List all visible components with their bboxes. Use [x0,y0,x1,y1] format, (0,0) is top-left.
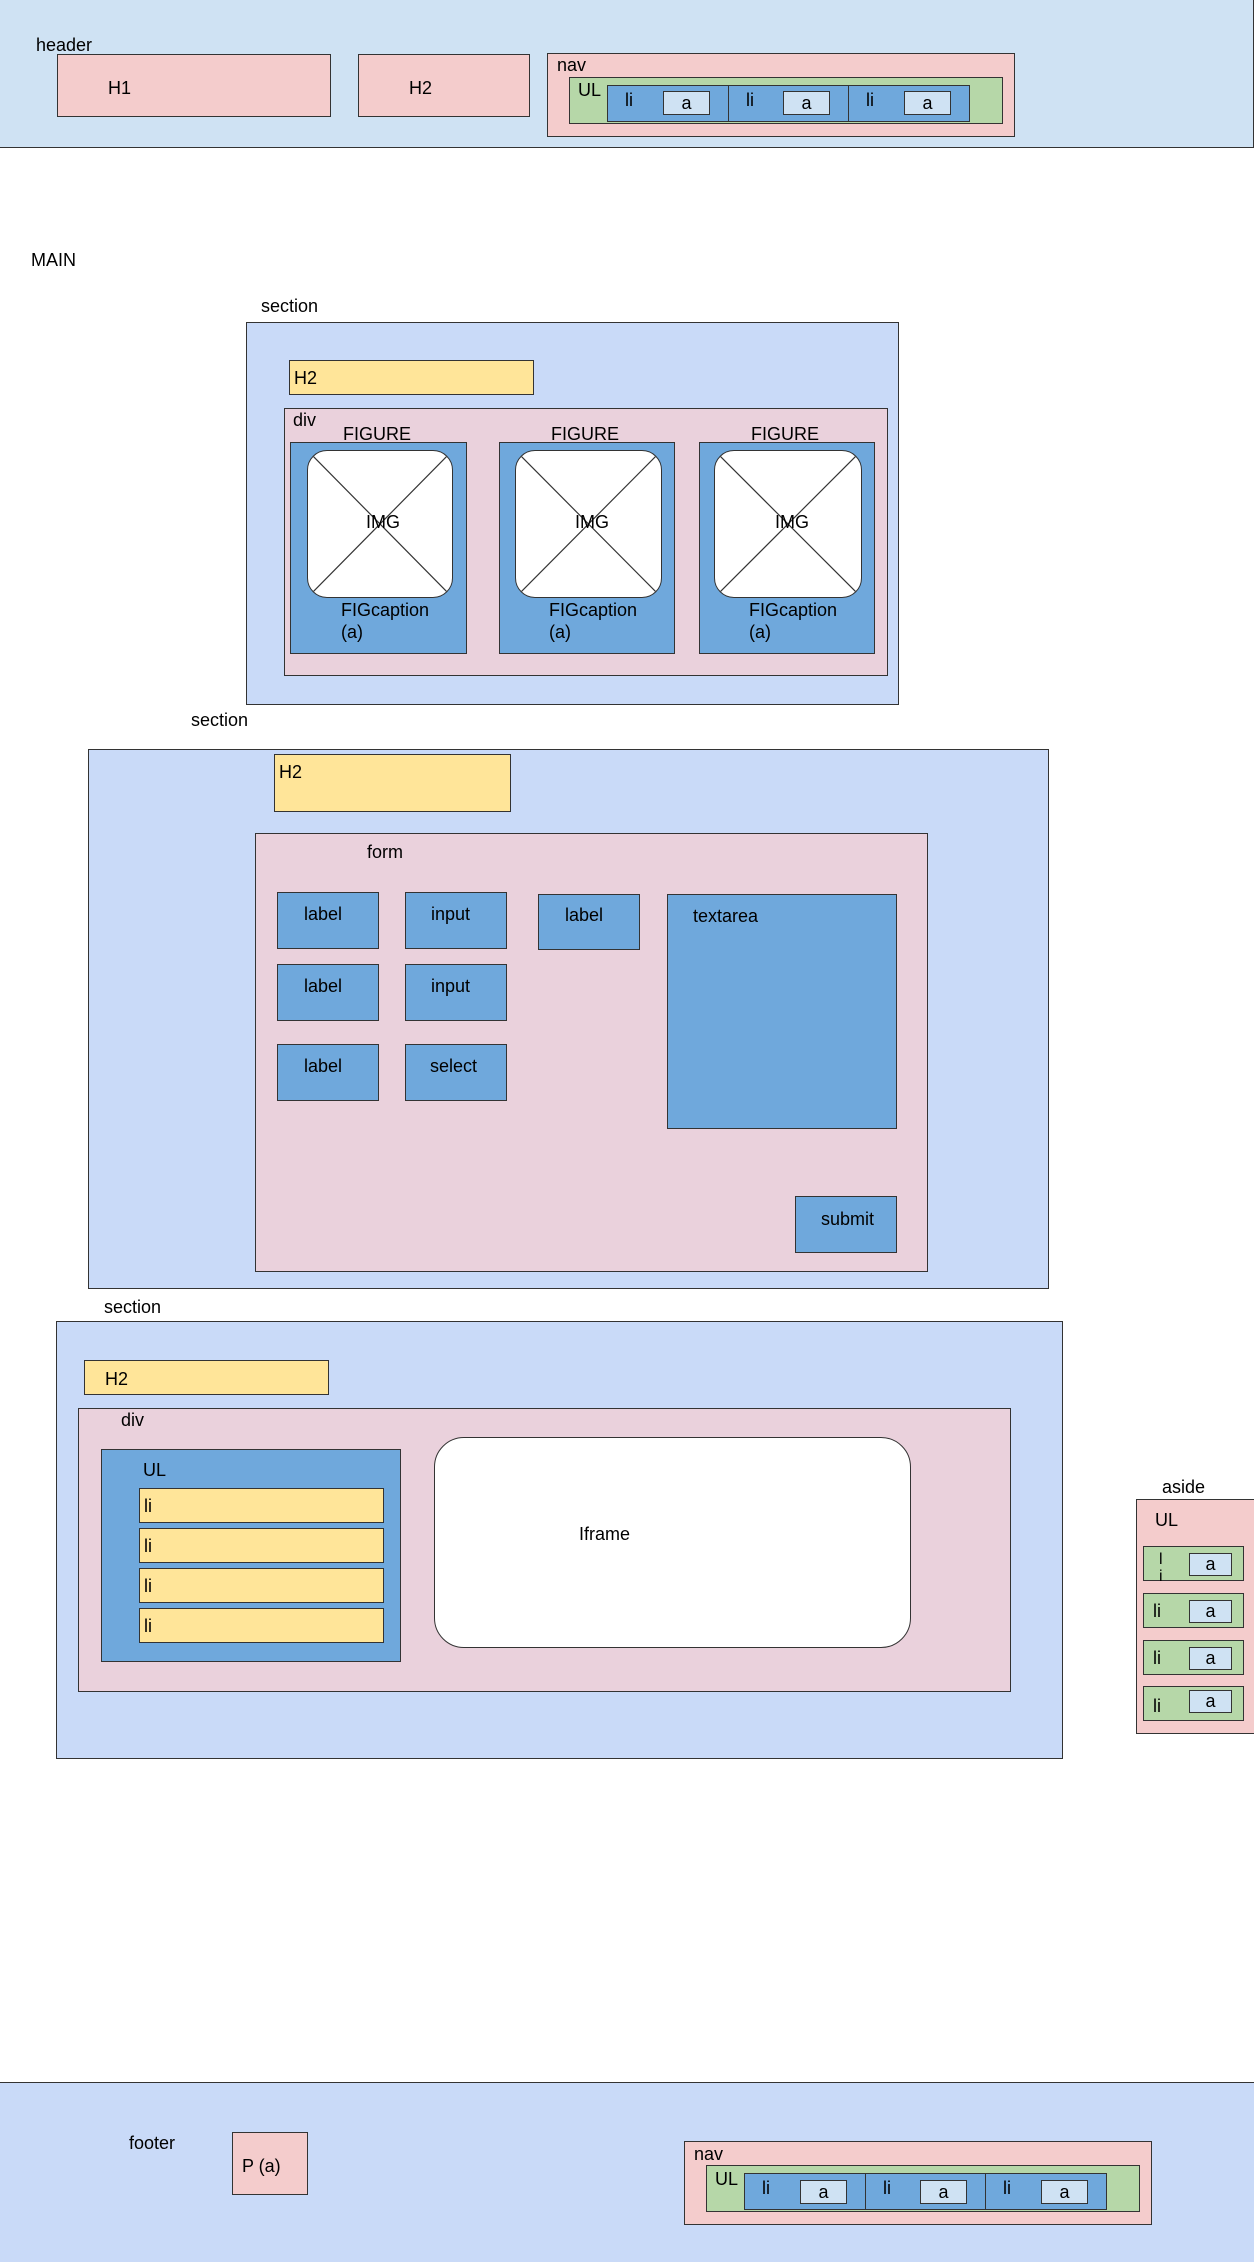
header-h1: H1 [57,54,331,117]
form-label-1: label [277,892,379,949]
footer-nav-li: li a [865,2173,986,2210]
footer-nav-li: li a [985,2173,1107,2210]
list-item: li [139,1608,384,1643]
div-label: div [293,410,317,430]
li-label: li [625,90,633,110]
aside-link[interactable]: a [1189,1553,1232,1576]
h2-label: H2 [279,762,303,782]
aside-li: li a [1143,1686,1244,1721]
form-label-2: label [277,964,379,1021]
nav-link[interactable]: a [920,2180,967,2204]
figcaption-link[interactable]: (a) [749,623,771,641]
form-label: form [367,842,403,862]
footer-label: footer [129,2133,176,2153]
li-label: li [1153,1648,1161,1668]
div-label: div [121,1410,145,1430]
submit-button[interactable]: submit [795,1196,897,1253]
nav-label: nav [694,2144,724,2164]
figcaption-label: FIGcaption [749,600,838,620]
figure-label: FIGURE [551,424,620,444]
img-label: IMG [575,512,609,532]
aside-link[interactable]: a [1189,1690,1232,1713]
main-label: MAIN [31,250,76,270]
aside-li: li a [1143,1593,1244,1628]
nav-label: nav [557,55,587,75]
figcaption-link[interactable]: (a) [549,623,571,641]
li-label: li [1003,2178,1011,2198]
list-item: li [139,1528,384,1563]
h2-label: H2 [409,78,433,98]
list-item: li [139,1568,384,1603]
footer-paragraph: P (a) [232,2132,308,2195]
image-placeholder: IMG [307,450,453,598]
form-input-1[interactable]: input [405,892,507,949]
ul-label: UL [143,1460,167,1480]
ul-label: UL [578,80,602,100]
header-label: header [36,35,93,55]
header-nav-li: li a [607,85,729,122]
header-h2: H2 [358,54,530,117]
li-label: li [866,90,874,110]
img-label: IMG [366,512,400,532]
aside-li: li a [1143,1640,1244,1675]
list-item: li [139,1488,384,1523]
aside-label: aside [1162,1477,1206,1497]
section-2-h2: H2 [274,754,511,812]
form-input-2[interactable]: input [405,964,507,1021]
li-label: li [762,2178,770,2198]
ul-label: UL [1155,1510,1179,1530]
image-placeholder: IMG [515,450,662,598]
nav-link[interactable]: a [663,91,710,115]
aside-link[interactable]: a [1189,1647,1232,1670]
form-label-textarea: label [538,894,640,950]
section-label: section [104,1297,162,1317]
form-select[interactable]: select [405,1044,507,1101]
section-3-h2: H2 [84,1360,329,1395]
li-label: li [746,90,754,110]
figcaption-link[interactable]: (a) [341,623,363,641]
image-placeholder: IMG [714,450,862,598]
form-textarea[interactable]: textarea [667,894,897,1129]
nav-link[interactable]: a [783,91,830,115]
header-nav-li: li a [848,85,970,122]
p-link[interactable]: P (a) [242,2157,281,2175]
section-1-h2: H2 [289,360,534,395]
section-label: section [261,296,319,316]
ul-label: UL [715,2169,739,2189]
h2-label: H2 [294,368,318,388]
figure-label: FIGURE [751,424,820,444]
iframe[interactable]: Iframe [434,1437,911,1648]
li-label: li [1153,1696,1161,1716]
h1-label: H1 [108,78,132,98]
img-label: IMG [775,512,809,532]
header-nav-li: li a [728,85,849,122]
figcaption-label: FIGcaption [341,600,430,620]
nav-link[interactable]: a [800,2180,847,2204]
li-label: li [1153,1601,1161,1621]
nav-link[interactable]: a [904,91,951,115]
form-label-3: label [277,1044,379,1101]
figure-label: FIGURE [343,424,412,444]
aside-link[interactable]: a [1189,1600,1232,1623]
li-label: l i [1159,1551,1163,1585]
footer-nav-li: li a [744,2173,866,2210]
h2-label: H2 [105,1369,129,1389]
aside-li: l i a [1143,1546,1244,1585]
iframe-label: Iframe [579,1524,631,1544]
section-label: section [191,710,249,730]
figcaption-label: FIGcaption [549,600,638,620]
nav-link[interactable]: a [1041,2180,1088,2204]
li-label: li [883,2178,891,2198]
